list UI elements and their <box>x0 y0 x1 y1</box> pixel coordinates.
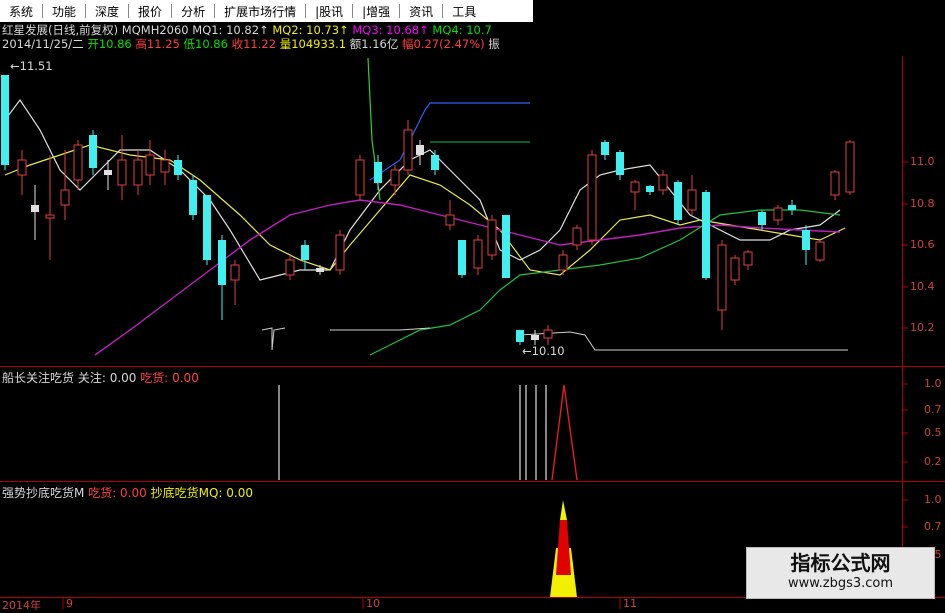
candle-body <box>218 240 226 285</box>
candle-body <box>558 254 568 271</box>
candle-body <box>145 154 155 176</box>
panel1-title: 船长关注吃货 关注: 0.00 吃货: 0.00 <box>2 371 199 385</box>
candle-body <box>403 129 413 171</box>
candle-body <box>730 257 740 281</box>
panel1-signals <box>278 385 547 480</box>
candle-body <box>355 159 365 196</box>
candle-body <box>487 219 497 256</box>
date-label: 2014年 <box>2 599 41 612</box>
candle-body <box>658 174 668 191</box>
panel1-tick: 1.0 <box>924 377 942 390</box>
candle-body <box>301 245 309 260</box>
panel1-chihuo: 吃货: 0.00 <box>140 371 199 385</box>
low-marker: ←10.10 <box>522 344 565 358</box>
candle-body <box>174 160 182 175</box>
candle-body <box>117 159 127 186</box>
candle-body <box>189 180 197 215</box>
ma-white-line <box>4 98 841 281</box>
panel2-tick: 0.7 <box>924 520 942 533</box>
candle-body <box>203 195 211 260</box>
candle-body <box>788 205 796 210</box>
candle-body <box>31 205 39 212</box>
candle-body <box>674 182 682 220</box>
panel1-tick: 0.7 <box>924 403 942 416</box>
price-tick: 10.6 <box>910 238 935 251</box>
candle-body <box>316 268 324 272</box>
price-tick: 10.4 <box>910 280 935 293</box>
price-tick: 10.8 <box>910 197 935 210</box>
date-label: 9 <box>66 597 73 610</box>
candle-body <box>89 135 97 168</box>
candle-body <box>60 189 70 206</box>
candle-body <box>133 159 143 186</box>
panel2-chihuo: 吃货: 0.00 <box>88 486 147 500</box>
chart-canvas <box>0 56 945 609</box>
candle-body <box>743 251 753 266</box>
panel1-guanzhu: 关注: 0.00 <box>77 371 137 385</box>
candle-body <box>572 227 582 246</box>
candle-body <box>45 214 55 219</box>
candle-body <box>687 189 697 211</box>
date-label: 10 <box>366 597 380 610</box>
candle-body <box>543 329 553 339</box>
candle-body <box>73 144 83 181</box>
candle-body <box>458 240 466 275</box>
candle-body <box>830 171 840 196</box>
candle-body <box>1 75 9 165</box>
watermark: 指标公式网 www.zbgs3.com <box>746 547 935 599</box>
price-tick: 11.0 <box>910 155 935 168</box>
panel2-title: 强势抄底吃货M 吃货: 0.00 抄底吃货MQ: 0.00 <box>2 486 253 500</box>
panel2-red-block <box>556 520 571 575</box>
panel1-tick: 0.5 <box>924 426 942 439</box>
candle-body <box>587 154 597 241</box>
candle-body <box>802 230 810 250</box>
candle-body <box>531 335 539 340</box>
candle-body <box>374 162 382 183</box>
high-marker: ←11.51 <box>10 59 53 73</box>
candle-body <box>758 212 766 225</box>
candle-body <box>773 207 783 221</box>
panel2-chaodi: 抄底吃货MQ: 0.00 <box>150 486 253 500</box>
candle-body <box>702 192 710 278</box>
candle-body <box>230 264 240 281</box>
candle-body <box>630 181 640 193</box>
candle-body <box>445 214 455 226</box>
candle-body <box>390 169 400 186</box>
candle-body <box>473 239 483 269</box>
candle-body <box>17 159 27 176</box>
candle-body <box>717 244 727 311</box>
candle-body <box>616 152 624 175</box>
watermark-title: 指标公式网 <box>790 551 891 575</box>
candle-body <box>416 145 424 155</box>
candlesticks <box>1 75 855 345</box>
candle-body <box>601 142 609 155</box>
price-tick: 10.2 <box>910 321 935 334</box>
date-label: 11 <box>623 597 637 610</box>
candle-body <box>285 259 295 276</box>
candle-body <box>815 241 825 261</box>
watermark-url: www.zbgs3.com <box>787 576 894 591</box>
panel1-tick: 0.2 <box>924 455 942 468</box>
candle-body <box>516 330 524 342</box>
candle-body <box>160 159 170 173</box>
candle-body <box>431 155 439 170</box>
panel1-chihuo-peak <box>551 384 578 481</box>
panel2-tick: 1.0 <box>924 493 942 506</box>
candle-body <box>502 215 510 278</box>
candle-body <box>335 234 345 271</box>
candle-body <box>104 170 112 175</box>
candle-body <box>845 141 855 193</box>
candle-body <box>646 186 654 192</box>
